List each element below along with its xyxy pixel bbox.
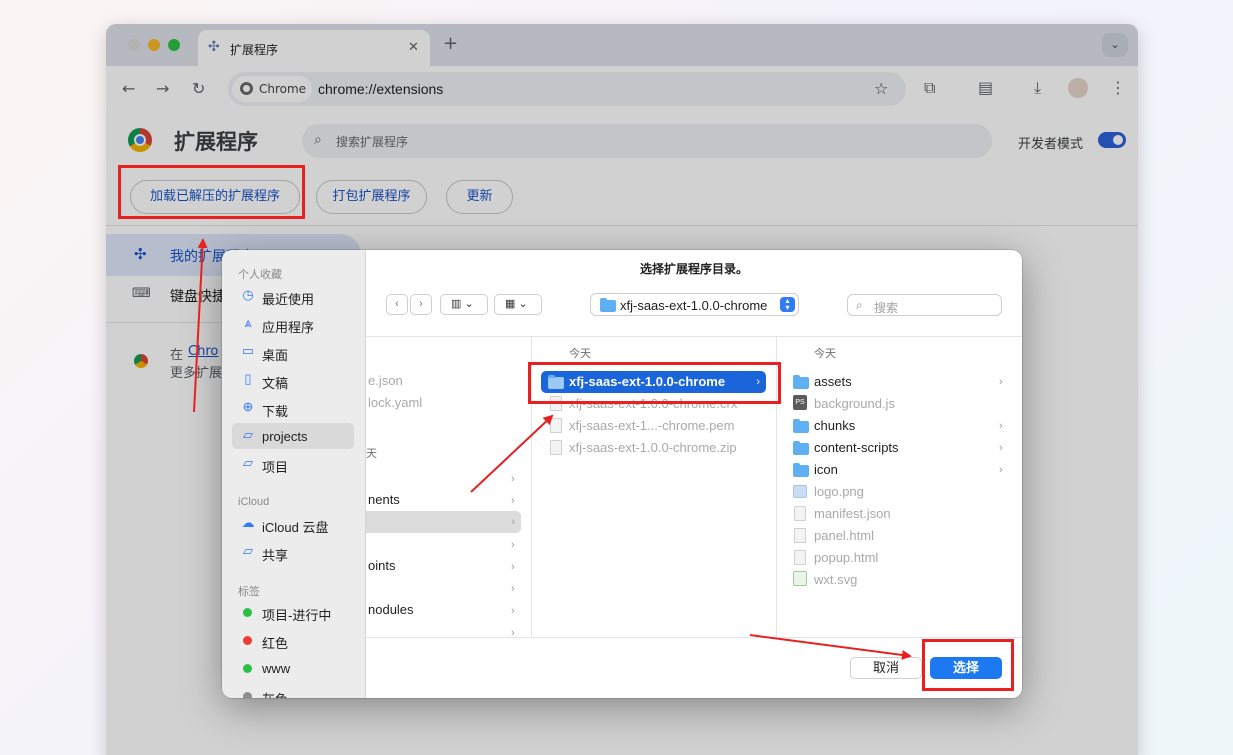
arrow-to-choose-button	[749, 634, 912, 660]
arrow-to-load-unpacked	[193, 238, 208, 413]
arrow-to-selected-folder	[470, 414, 554, 493]
annotation-arrows	[193, 238, 912, 660]
